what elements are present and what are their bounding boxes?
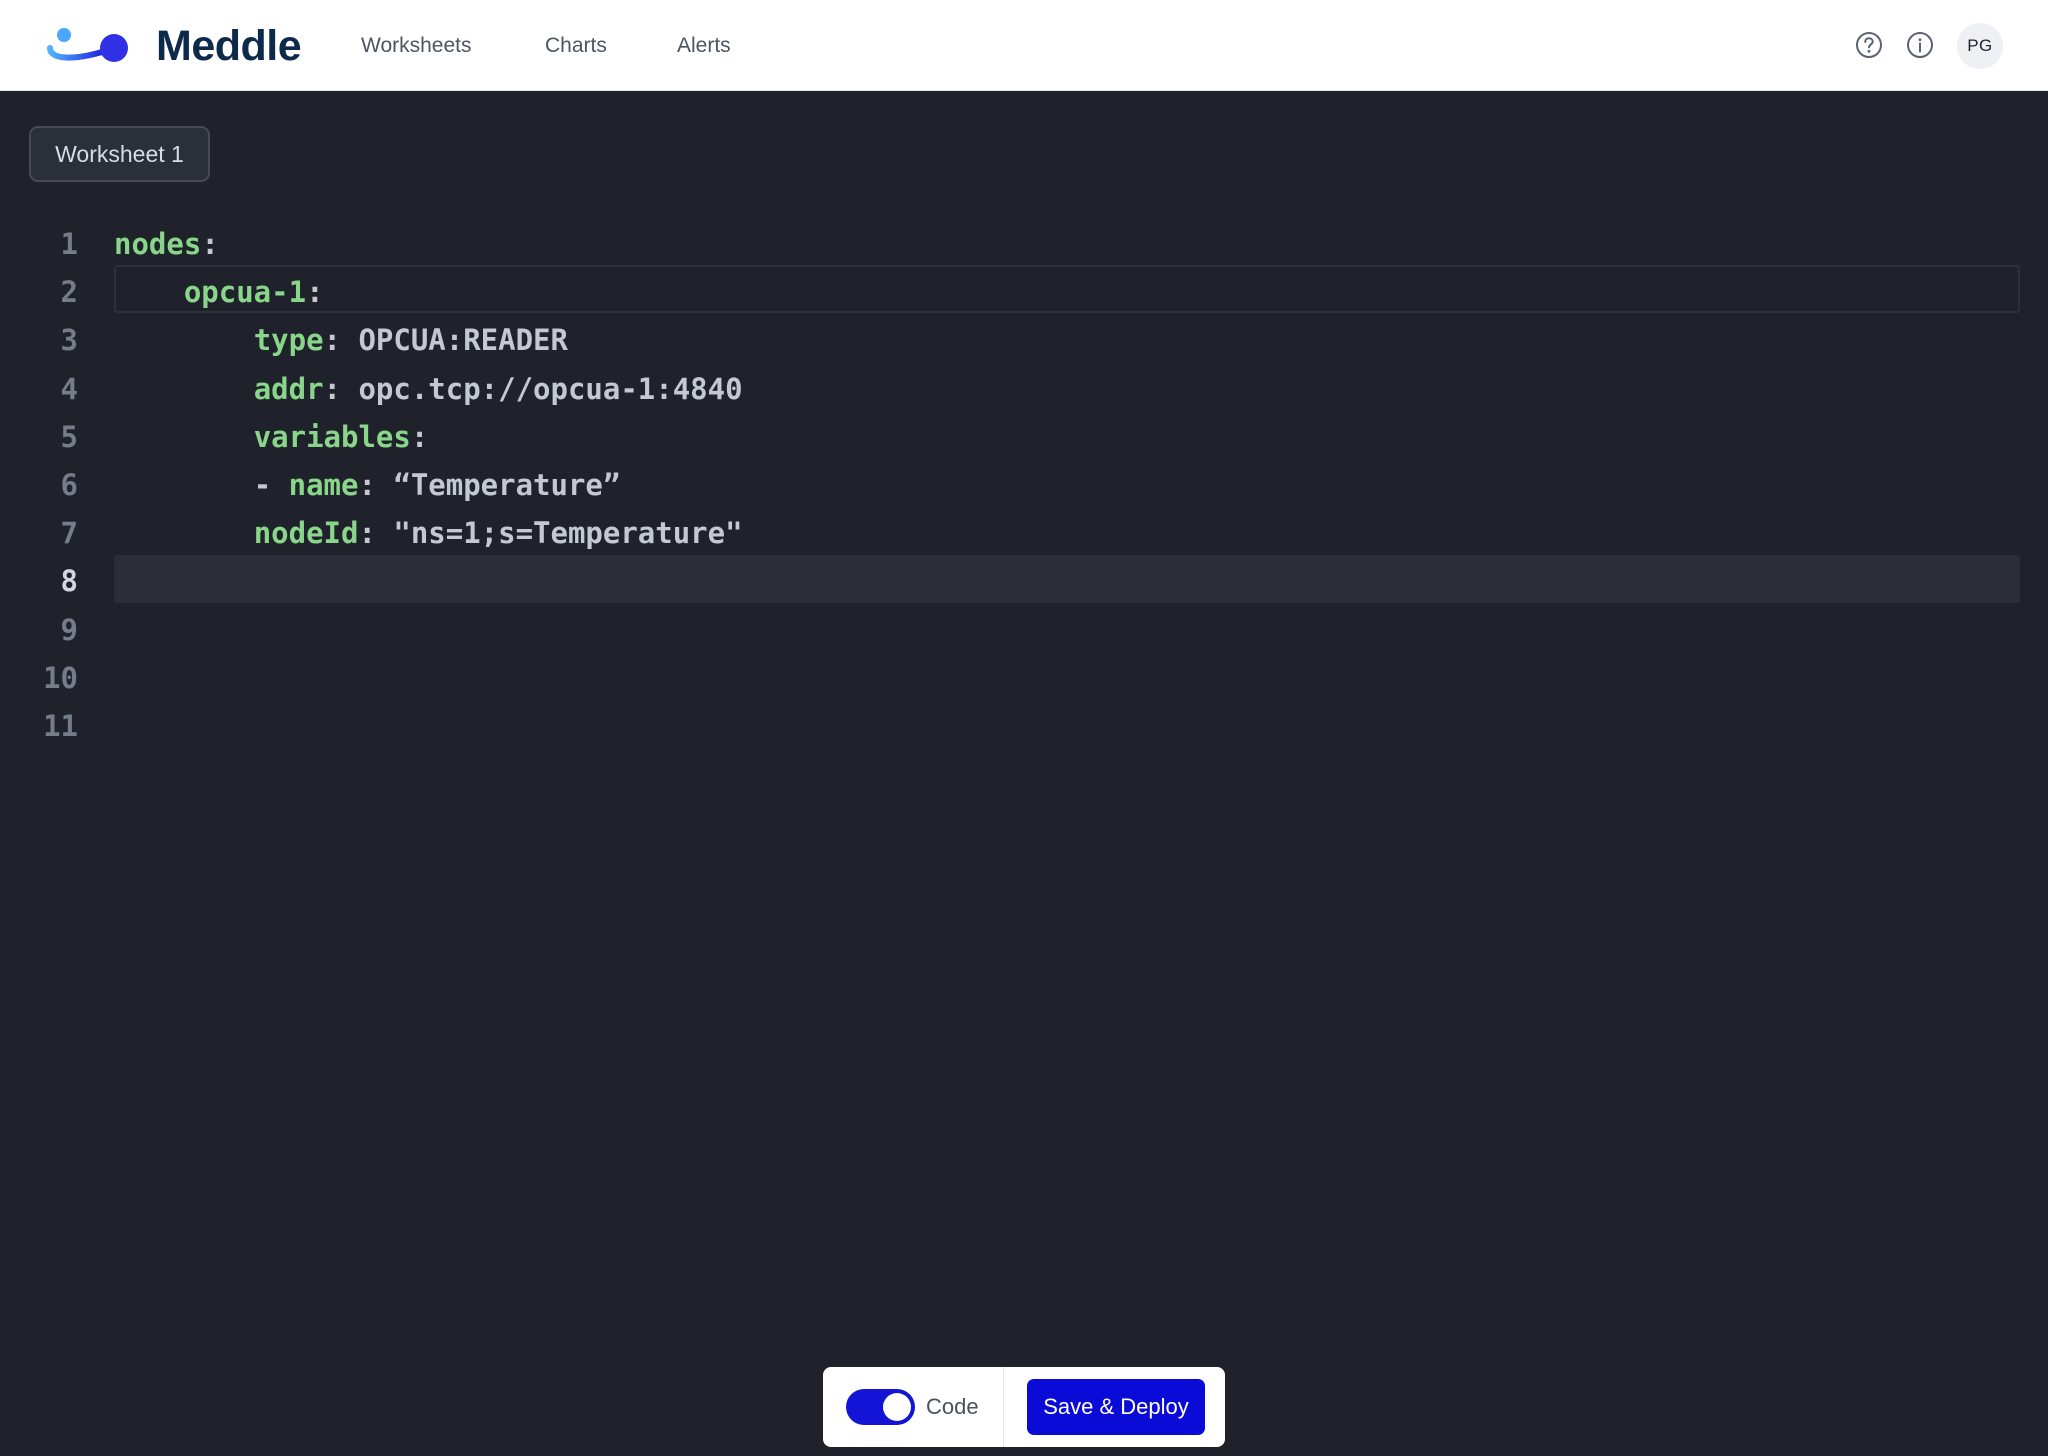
yaml-separator: :: [358, 468, 394, 502]
help-circle-icon[interactable]: [1855, 31, 1883, 59]
line-number: 9: [60, 612, 78, 647]
list-marker: -: [253, 468, 289, 502]
line-code: nodes:: [114, 220, 219, 268]
yaml-key: variables: [253, 419, 411, 454]
user-avatar[interactable]: PG: [1957, 23, 2003, 69]
yaml-key: nodeId: [253, 516, 359, 551]
nav-worksheets[interactable]: Worksheets: [361, 30, 472, 62]
yaml-key: addr: [253, 371, 324, 406]
editor-line[interactable]: 6 - name: “Temperature”: [0, 461, 2048, 509]
line-number: 6: [60, 468, 78, 502]
line-number: 7: [60, 516, 78, 551]
brand-name: Meddle: [156, 22, 302, 70]
editor-line[interactable]: 4 addr: opc.tcp://opcua-1:4840: [0, 365, 2048, 413]
top-navigation-bar: Meddle Worksheets Charts Alerts PG: [0, 0, 2048, 91]
line-code: addr: opc.tcp://opcua-1:4840: [114, 365, 743, 413]
yaml-separator: :: [323, 371, 359, 406]
info-circle-icon[interactable]: [1906, 31, 1934, 59]
nav-charts[interactable]: Charts: [545, 30, 607, 62]
line-code: - name: “Temperature”: [114, 461, 621, 509]
code-toggle-switch[interactable]: [846, 1389, 915, 1425]
code-editor[interactable]: 1 nodes: 2 opcua-1: 3 type: OPCUA:READER 4 a…: [0, 220, 2048, 743]
yaml-key: type: [253, 323, 324, 358]
yaml-key: name: [288, 468, 359, 502]
line-number: 11: [43, 709, 78, 743]
action-bar: Code Save & Deploy: [823, 1367, 1225, 1447]
yaml-value: OPCUA:READER: [358, 323, 568, 358]
editor-line[interactable]: 2 opcua-1:: [0, 268, 2048, 316]
editor-line[interactable]: 3 type: OPCUA:READER: [0, 316, 2048, 364]
code-toggle-label: Code: [926, 1394, 979, 1419]
line-code: variables:: [114, 413, 429, 461]
yaml-separator: :: [410, 419, 429, 454]
editor-line[interactable]: 9: [0, 606, 2048, 654]
yaml-value: "ns=1;s=Temperature": [393, 516, 743, 551]
line-number: 3: [60, 323, 78, 358]
line-number: 10: [43, 660, 78, 695]
nav-alerts[interactable]: Alerts: [677, 30, 731, 62]
yaml-separator: :: [201, 227, 219, 261]
yaml-separator: :: [358, 516, 394, 551]
editor-line[interactable]: 1 nodes:: [0, 220, 2048, 268]
toggle-knob: [883, 1393, 911, 1421]
editor-line[interactable]: 10: [0, 654, 2048, 702]
editor-line[interactable]: 5 variables:: [0, 413, 2048, 461]
divider: [1003, 1367, 1004, 1447]
meddle-logo-icon[interactable]: [44, 24, 132, 68]
line-number: 5: [60, 419, 78, 454]
line-code: opcua-1:: [114, 268, 324, 316]
editor-line[interactable]: 7 nodeId: "ns=1;s=Temperature": [0, 509, 2048, 557]
yaml-key: opcua-1: [183, 275, 307, 310]
tab-worksheet-1[interactable]: Worksheet 1: [29, 126, 210, 182]
yaml-key: nodes: [114, 227, 202, 261]
editor-line[interactable]: 8: [0, 557, 2048, 605]
line-code: type: OPCUA:READER: [114, 316, 568, 364]
line-number: 1: [60, 227, 78, 261]
yaml-separator: :: [306, 275, 324, 310]
yaml-value: “Temperature”: [393, 468, 621, 502]
line-number: 4: [60, 371, 78, 406]
line-code: nodeId: "ns=1;s=Temperature": [114, 509, 743, 557]
save-deploy-button[interactable]: Save & Deploy: [1027, 1379, 1205, 1435]
yaml-separator: :: [323, 323, 359, 358]
line-number: 2: [60, 275, 78, 310]
editor-line[interactable]: 11: [0, 702, 2048, 750]
yaml-value: opc.tcp://opcua-1:4840: [358, 371, 743, 406]
line-number: 8: [60, 564, 78, 599]
